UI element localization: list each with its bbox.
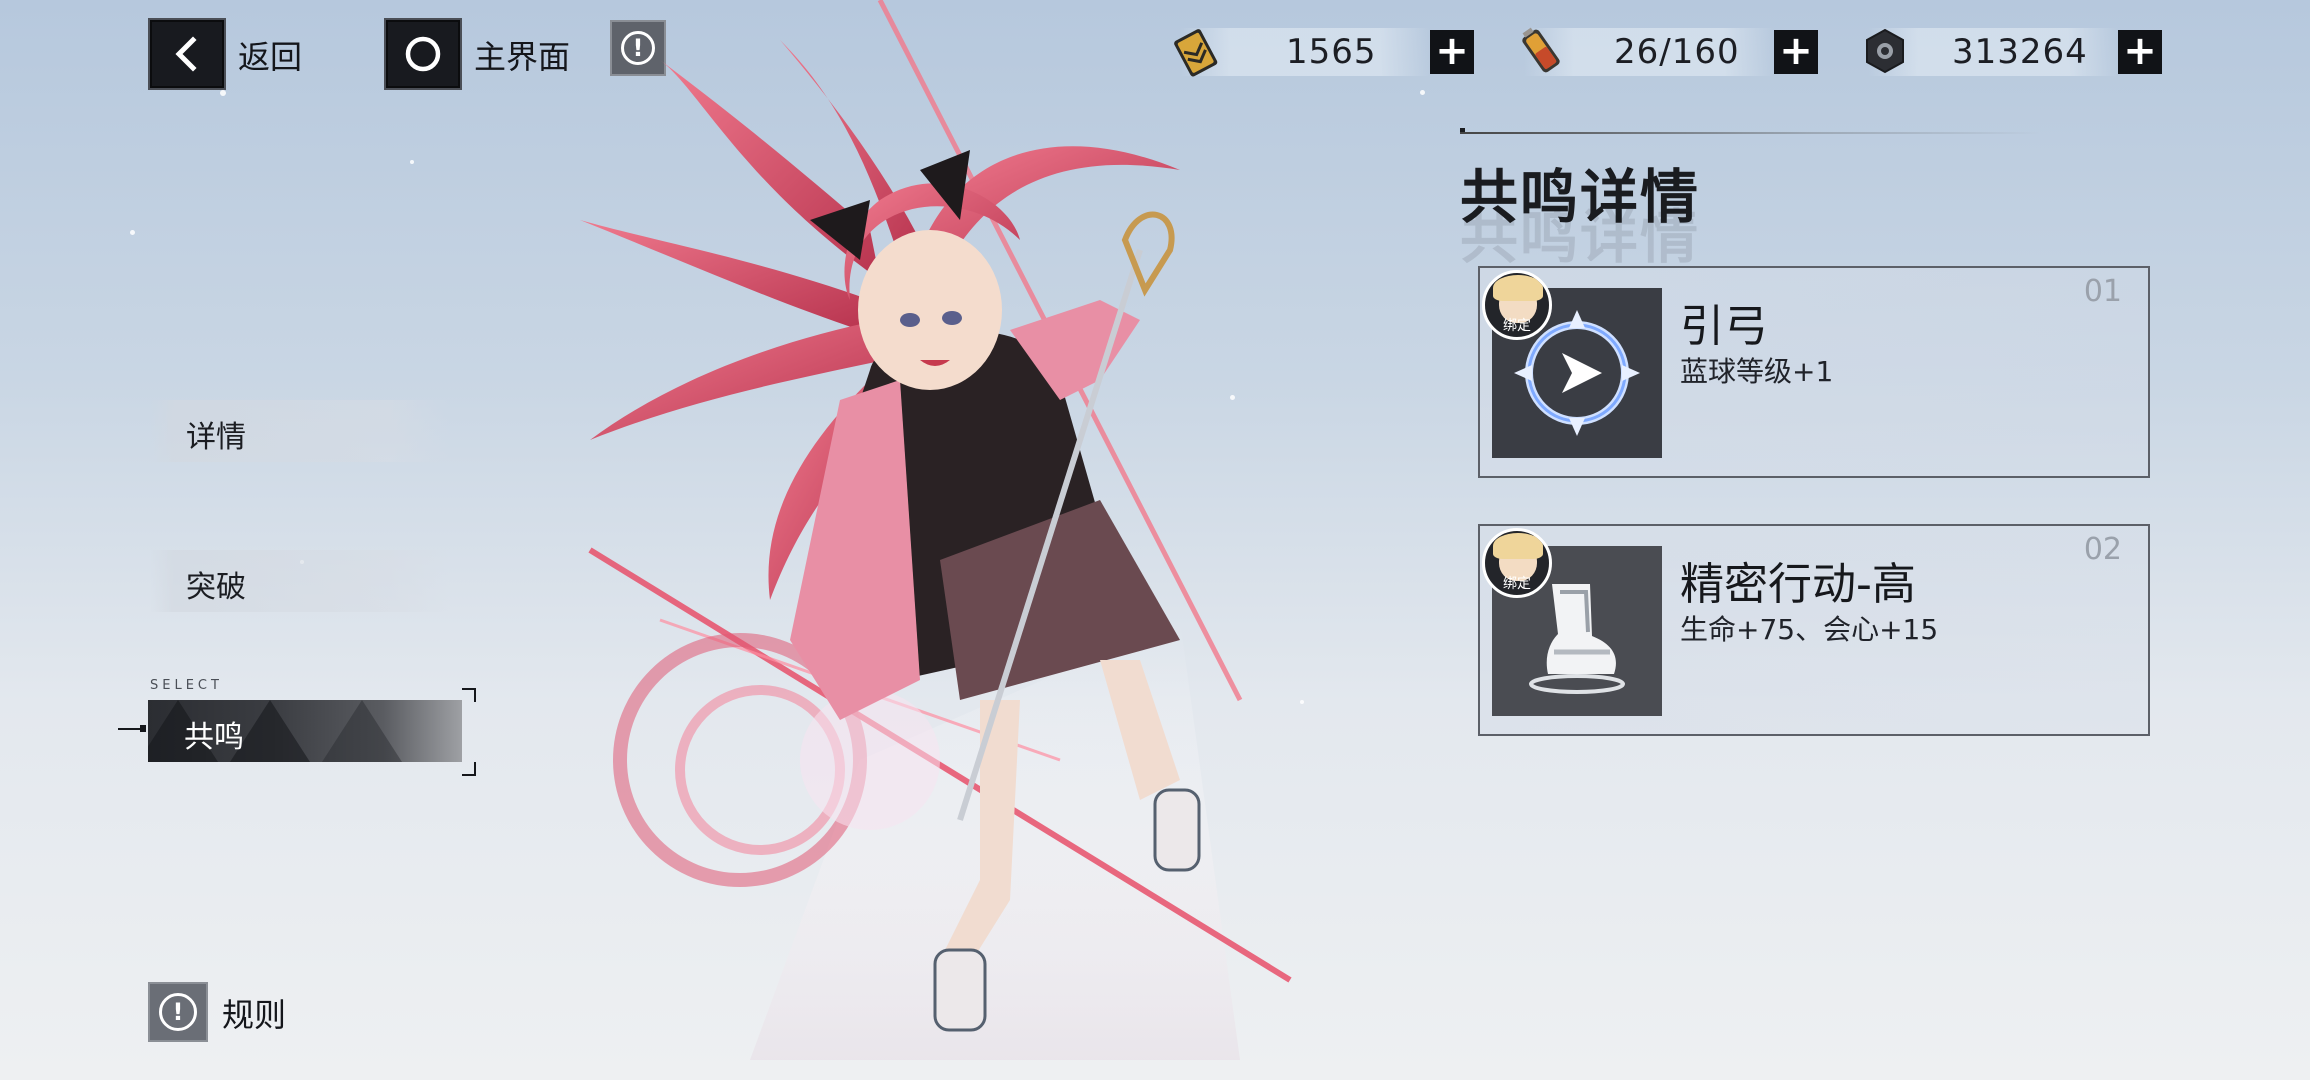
card-description: 蓝球等级+1 [1680, 355, 1834, 388]
back-label[interactable]: 返回 [238, 32, 302, 78]
character-shoe [933, 948, 987, 1032]
exclamation-info-icon: ! [159, 993, 197, 1031]
light-burst [800, 690, 940, 830]
rules-label[interactable]: 规则 [222, 990, 286, 1036]
resonance-card-1[interactable]: 绑定 引弓 蓝球等级+1 01 [1478, 266, 2150, 478]
character-shoe [1153, 788, 1201, 872]
hex-nut-coin-icon [1866, 28, 1904, 74]
character-jacket-left [790, 380, 920, 720]
home-button[interactable] [384, 18, 462, 90]
resource-energy-value: 26/160 [1614, 32, 1740, 72]
snow-fleck [410, 160, 414, 164]
snow-fleck [220, 90, 226, 96]
character-eye [900, 313, 920, 327]
select-tag: SELECT [150, 678, 223, 693]
card-title: 精密行动-高 [1680, 559, 1916, 610]
tab-details[interactable]: 详情 [150, 400, 450, 462]
add-energy-button[interactable]: + [1774, 30, 1818, 74]
card-number: 01 [2083, 274, 2122, 309]
bind-badge: 绑定 [1503, 576, 1531, 592]
character-eye [942, 311, 962, 325]
add-ticket-button[interactable]: + [1430, 30, 1474, 74]
tab-resonance-label: 共鸣 [184, 720, 244, 755]
panel-divider [1460, 132, 2040, 134]
tab-resonance[interactable]: 共鸣 [148, 700, 462, 762]
circle-icon [405, 36, 441, 72]
chevron-left-icon [175, 36, 197, 72]
bind-badge: 绑定 [1503, 318, 1531, 334]
card-description: 生命+75、会心+15 [1680, 613, 1939, 646]
tab-breakthrough-label: 突破 [186, 570, 246, 605]
resource-coin-value: 313264 [1952, 32, 2088, 72]
select-bracket-top [462, 688, 476, 702]
back-button[interactable] [148, 18, 226, 90]
card-number: 02 [2083, 532, 2122, 567]
select-bracket-bottom [462, 762, 476, 776]
character-illustration [580, 0, 1292, 1060]
snow-fleck [1420, 90, 1425, 95]
tab-details-label: 详情 [186, 420, 246, 455]
avatar: 绑定 [1482, 270, 1552, 340]
snow-fleck [130, 230, 135, 235]
avatar: 绑定 [1482, 528, 1552, 598]
rules-button[interactable]: ! [148, 982, 208, 1042]
character-face [858, 230, 1002, 390]
energy-battery-icon [1522, 27, 1560, 73]
select-pointer-dot [140, 725, 146, 732]
resonance-card-2[interactable]: 绑定 精密行动-高 生命+75、会心+15 02 [1478, 524, 2150, 736]
tab-breakthrough[interactable]: 突破 [150, 550, 450, 612]
add-coin-button[interactable]: + [2118, 30, 2162, 74]
panel-title: 共鸣详情 [1460, 163, 1701, 231]
card-title: 引弓 [1680, 301, 1768, 352]
